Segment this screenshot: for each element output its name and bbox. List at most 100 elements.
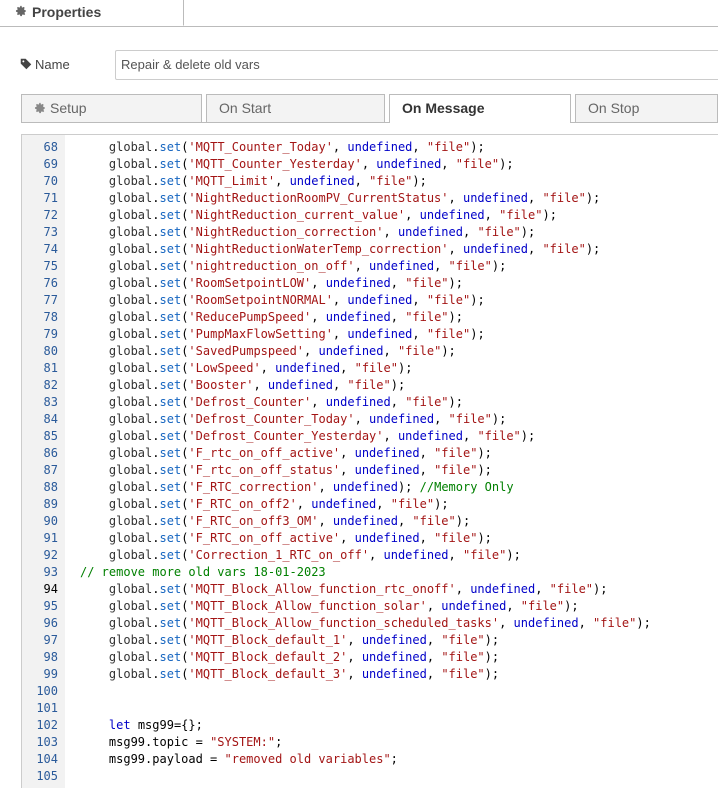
code-token: undefined [397, 429, 463, 443]
code-line: 100 [22, 683, 718, 700]
line-number: 72 [43, 208, 58, 222]
variable-name: 'NightReduction_current_value' [188, 208, 406, 222]
name-input[interactable]: Repair & delete old vars [115, 50, 718, 80]
line-number: 83 [43, 395, 58, 409]
line-code: global.set('RoomSetpointLOW', undefined,… [108, 276, 463, 290]
code-token: undefined [470, 582, 536, 596]
code-token: global [108, 140, 153, 154]
line-number: 69 [43, 157, 58, 171]
line-number: 68 [43, 140, 58, 154]
tab-on-message[interactable]: On Message [389, 94, 571, 123]
code-token: undefined [441, 599, 507, 613]
code-token: set [159, 242, 182, 256]
tab-on-stop-label: On Stop [588, 100, 640, 116]
line-number: 91 [43, 531, 58, 545]
code-token: "file" [426, 327, 471, 341]
code-token: global [108, 225, 153, 239]
code-line: 68 global.set('MQTT_Counter_Today', unde… [22, 139, 718, 156]
code-token: set [159, 276, 182, 290]
line-code: global.set('MQTT_Block_Allow_function_sc… [108, 616, 651, 630]
code-line: 97 global.set('MQTT_Block_default_1', un… [22, 632, 718, 649]
code-editor[interactable]: 68 global.set('MQTT_Counter_Today', unde… [21, 134, 718, 788]
code-token: set [159, 650, 182, 664]
code-line: 103 msg99.topic = "SYSTEM:"; [22, 734, 718, 751]
variable-name: 'Defrost_Counter' [188, 395, 312, 409]
code-token: undefined [383, 548, 449, 562]
name-label: Name [20, 57, 70, 72]
code-token: undefined [462, 191, 528, 205]
variable-name: 'SavedPumpspeed' [188, 344, 305, 358]
tab-setup[interactable]: Setup [21, 94, 202, 122]
code-token: undefined [347, 327, 413, 341]
line-code: let msg99={}; [108, 718, 203, 732]
code-line: 70 global.set('MQTT_Limit', undefined, "… [22, 173, 718, 190]
tab-on-stop[interactable]: On Stop [575, 94, 718, 122]
code-token: "file" [549, 582, 594, 596]
code-line: 92 global.set('Correction_1_RTC_on_off',… [22, 547, 718, 564]
code-token: global [108, 157, 153, 171]
variable-name: 'F_rtc_on_off_active' [188, 446, 341, 460]
code-token: undefined [332, 514, 398, 528]
tab-setup-label: Setup [50, 100, 87, 116]
code-line: 88 global.set('F_RTC_correction', undefi… [22, 479, 718, 496]
code-token: "file" [347, 378, 391, 392]
code-token: undefined [354, 463, 420, 477]
code-token: set [159, 497, 182, 511]
line-code: global.set('MQTT_Limit', undefined, "fil… [108, 174, 427, 188]
line-code: global.set('MQTT_Counter_Yesterday', und… [108, 157, 514, 171]
code-token: set [159, 310, 182, 324]
line-number: 102 [36, 718, 58, 732]
code-line: 69 global.set('MQTT_Counter_Yesterday', … [22, 156, 718, 173]
code-token: undefined [513, 616, 579, 630]
line-number: 97 [43, 633, 58, 647]
code-token: "file" [405, 276, 449, 290]
variable-name: 'NightReductionWaterTemp_correction' [188, 242, 449, 256]
code-token: global [108, 480, 153, 494]
line-number: 100 [36, 684, 58, 698]
code-line: 82 global.set('Booster', undefined, "fil… [22, 377, 718, 394]
line-number: 85 [43, 429, 58, 443]
code-token: set [159, 446, 182, 460]
line-code: global.set('MQTT_Counter_Today', undefin… [108, 140, 485, 154]
code-token: set [159, 463, 182, 477]
line-number: 98 [43, 650, 58, 664]
code-line: 87 global.set('F_rtc_on_off_status', und… [22, 462, 718, 479]
code-line: 99 global.set('MQTT_Block_default_3', un… [22, 666, 718, 683]
code-token: set [159, 548, 182, 562]
function-tabs: Setup On Start On Message On Stop [21, 94, 718, 123]
code-token: set [159, 412, 182, 426]
code-token: global [108, 582, 153, 596]
code-token: "file" [462, 548, 507, 562]
variable-name: 'MQTT_Block_Allow_function_solar' [188, 599, 427, 613]
variable-name: 'Defrost_Counter_Today' [188, 412, 355, 426]
code-token: "file" [369, 174, 413, 188]
properties-tab[interactable]: Properties [0, 0, 184, 26]
code-token: set [159, 157, 182, 171]
code-line: 80 global.set('SavedPumpspeed', undefine… [22, 343, 718, 360]
code-token: global [108, 667, 153, 681]
code-token: let [108, 718, 131, 732]
line-number: 79 [43, 327, 58, 341]
code-line: 79 global.set('PumpMaxFlowSetting', unde… [22, 326, 718, 343]
line-code: global.set('NightReductionWaterTemp_corr… [108, 242, 601, 256]
code-token: set [159, 191, 182, 205]
variable-name: 'MQTT_Block_default_3' [188, 667, 348, 681]
line-code: msg99.topic = "SYSTEM:"; [108, 735, 283, 749]
variable-name: 'MQTT_Counter_Yesterday' [188, 157, 362, 171]
variable-name: 'MQTT_Block_Allow_function_rtc_onoff' [188, 582, 456, 596]
line-code: global.set('F_RTC_on_off3_OM', undefined… [108, 514, 471, 528]
code-token: undefined [347, 293, 413, 307]
line-code: global.set('PumpMaxFlowSetting', undefin… [108, 327, 485, 341]
code-token: set [159, 140, 182, 154]
code-comment: // remove more old vars 18-01-2023 [80, 565, 326, 579]
variable-name: 'Booster' [188, 378, 254, 392]
code-token: undefined [354, 531, 420, 545]
tab-on-start[interactable]: On Start [206, 94, 385, 122]
properties-header: Properties [0, 0, 718, 27]
code-token: set [159, 616, 182, 630]
variable-name: 'Correction_1_RTC_on_off' [188, 548, 370, 562]
line-number: 104 [36, 752, 58, 766]
code-token: global [108, 599, 153, 613]
code-token: undefined [369, 412, 435, 426]
code-token: undefined [325, 276, 391, 290]
